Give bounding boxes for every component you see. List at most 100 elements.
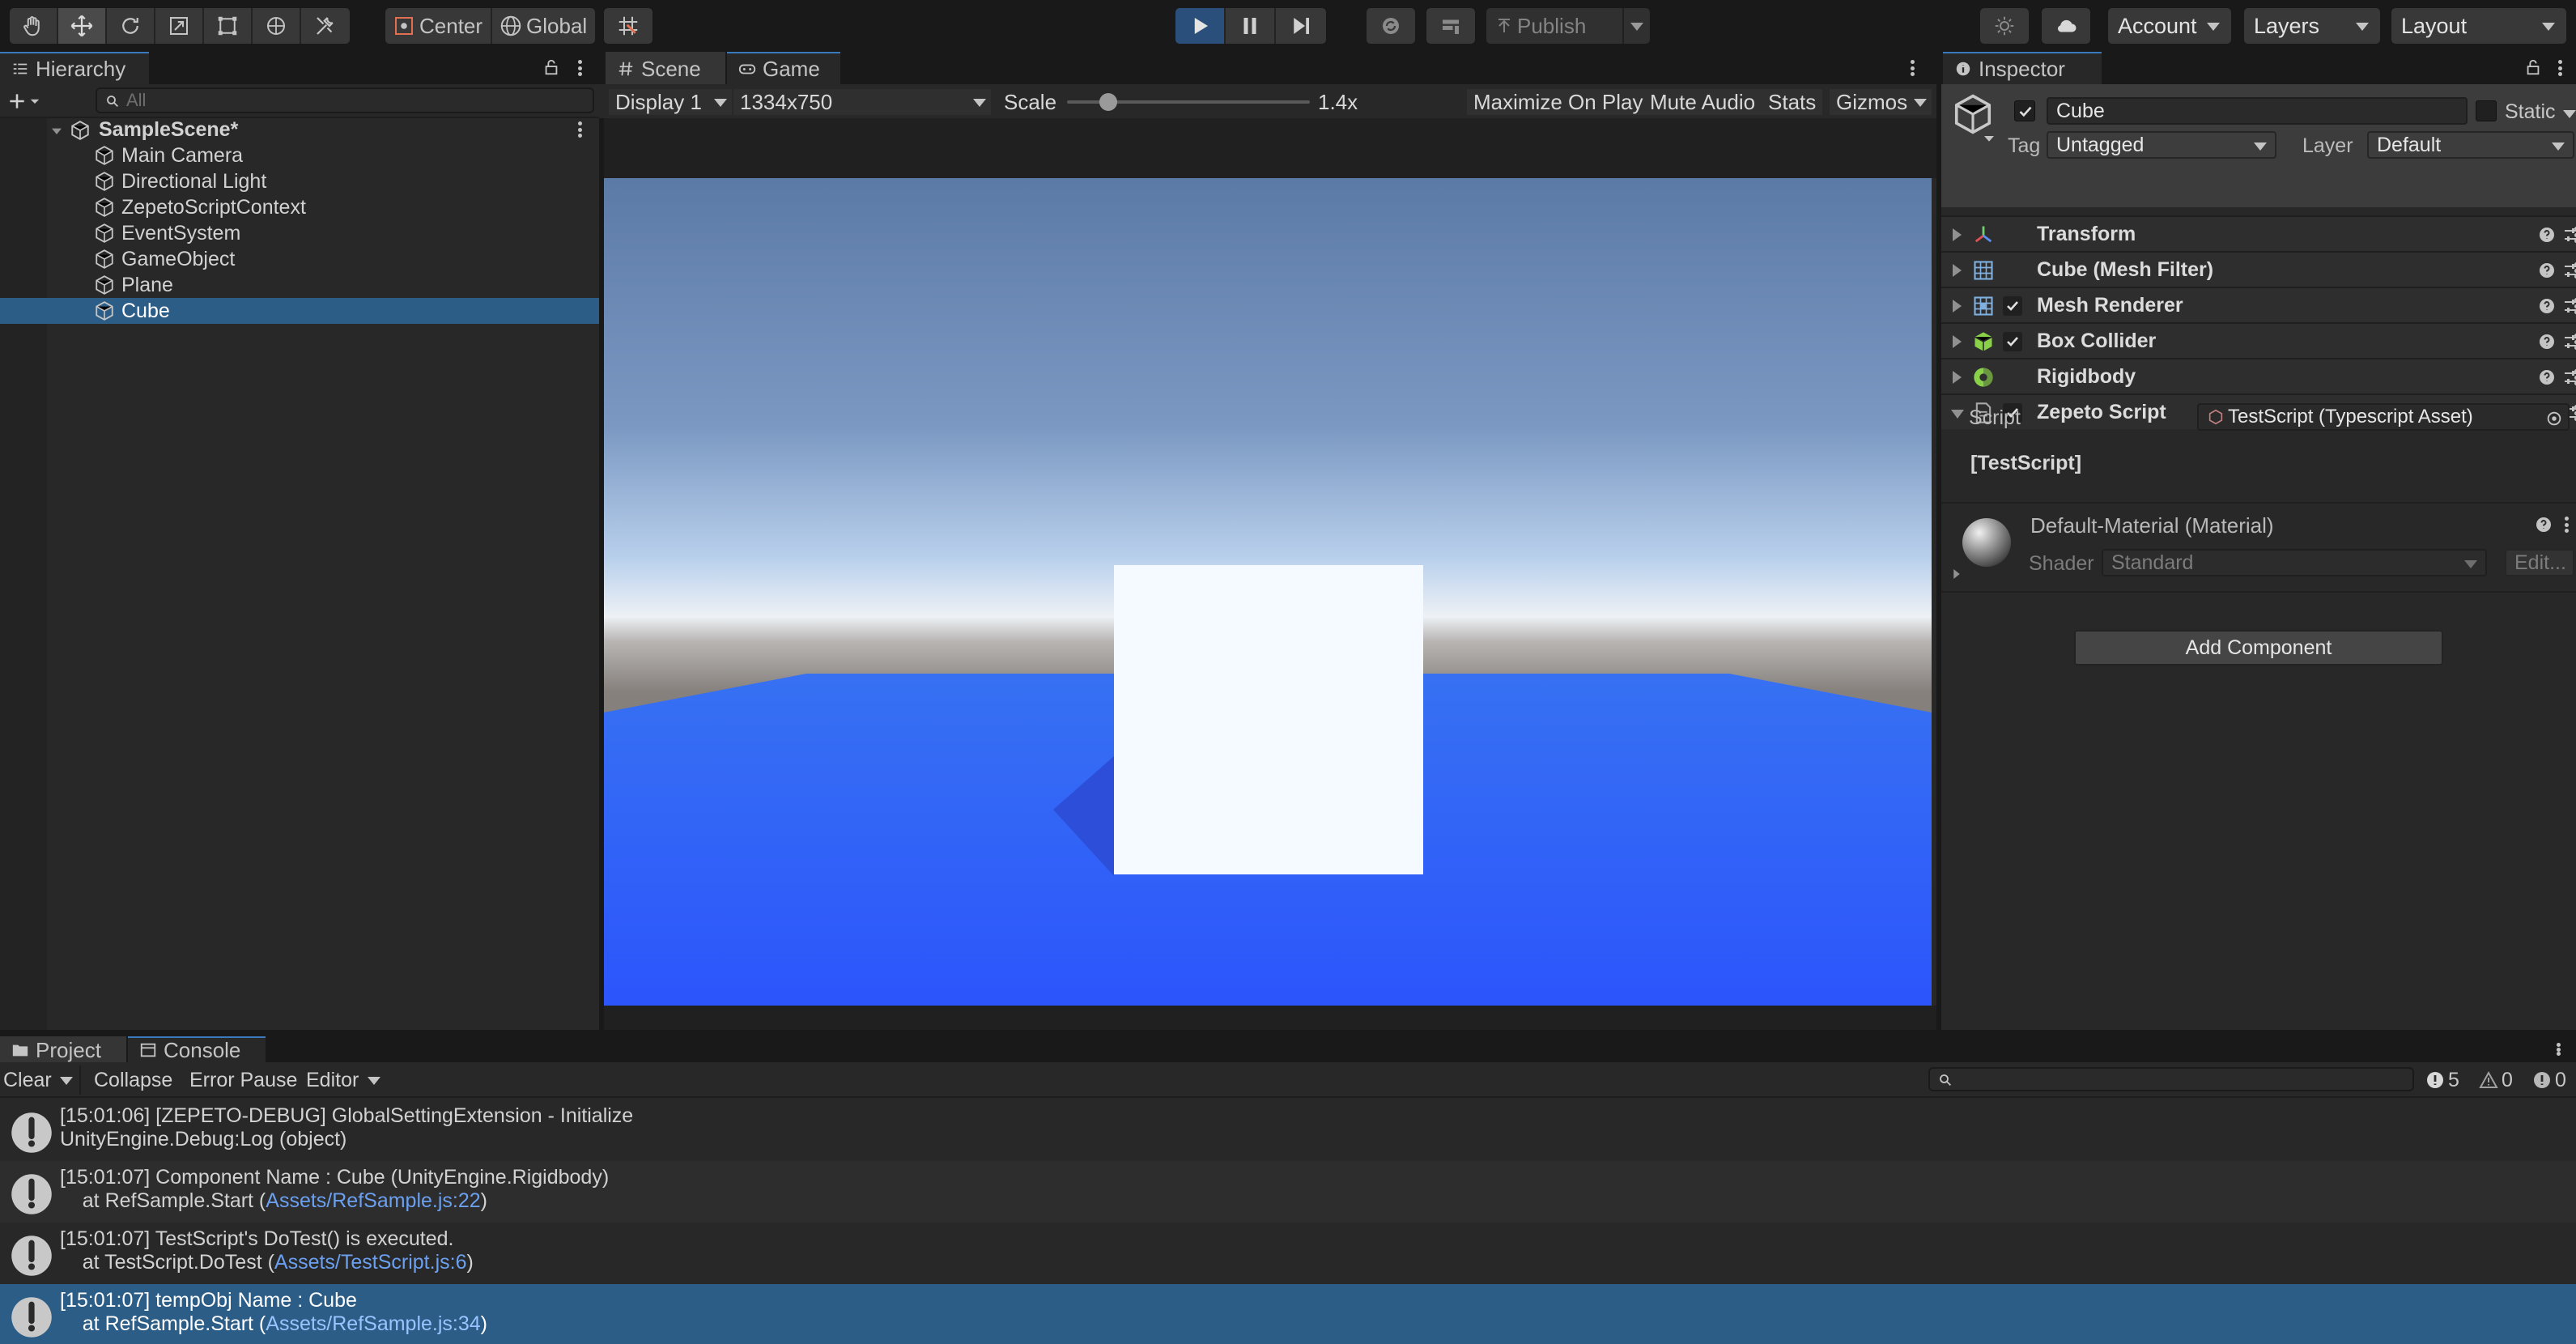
help-icon[interactable] <box>2537 368 2557 387</box>
log-source-link[interactable]: Assets/RefSample.js:22 <box>266 1189 480 1212</box>
chevron-right-icon[interactable] <box>1953 264 1962 277</box>
pause-button[interactable] <box>1226 8 1276 44</box>
log-count-toggle[interactable]: 5 <box>2425 1069 2459 1091</box>
hierarchy-item[interactable]: Directional Light <box>0 168 599 194</box>
collapse-toggle[interactable]: Collapse <box>91 1065 176 1095</box>
chevron-down-icon[interactable] <box>2563 110 2576 118</box>
sync-button[interactable] <box>1367 8 1415 44</box>
more-options-icon[interactable] <box>576 57 583 79</box>
help-icon[interactable] <box>2534 515 2553 534</box>
layer-select[interactable]: Default <box>2367 131 2574 159</box>
create-button[interactable] <box>6 89 47 113</box>
scale-slider-thumb[interactable] <box>1099 93 1117 111</box>
scale-slider[interactable] <box>1067 93 1310 111</box>
log-entry[interactable]: [15:01:07] tempObj Name : Cube at RefSam… <box>0 1284 2576 1344</box>
hand-tool-button[interactable] <box>10 8 58 44</box>
material-options-icon[interactable] <box>2563 513 2570 536</box>
log-entry[interactable]: [15:01:07] TestScript's DoTest() is exec… <box>0 1223 2576 1284</box>
display-select[interactable]: Display 1 <box>609 89 732 115</box>
rect-tool-button[interactable] <box>204 8 253 44</box>
component-enabled-checkbox[interactable] <box>2003 296 2022 316</box>
component-options-icon[interactable] <box>2573 223 2576 246</box>
lock-icon[interactable] <box>542 58 560 76</box>
more-options-icon[interactable] <box>2555 1040 2561 1059</box>
step-button[interactable] <box>1276 8 1326 44</box>
hierarchy-item[interactable]: Cube <box>0 298 599 324</box>
more-options-icon[interactable] <box>2557 57 2563 79</box>
tab-project[interactable]: Project <box>0 1036 126 1062</box>
move-tool-button[interactable] <box>58 8 107 44</box>
lock-icon[interactable] <box>2524 58 2542 76</box>
help-icon[interactable] <box>2537 225 2557 245</box>
scale-tool-button[interactable] <box>155 8 204 44</box>
hierarchy-item[interactable]: Main Camera <box>0 142 599 168</box>
scene-options-icon[interactable] <box>576 118 583 141</box>
layout-dropdown[interactable]: Layout <box>2391 8 2566 44</box>
help-icon[interactable] <box>2537 332 2557 351</box>
tab-hierarchy[interactable]: Hierarchy <box>0 52 149 84</box>
object-picker-icon[interactable] <box>2545 410 2563 427</box>
component-header[interactable]: Mesh Renderer <box>1941 287 2576 322</box>
component-options-icon[interactable] <box>2573 295 2576 317</box>
component-options-icon[interactable] <box>2573 259 2576 282</box>
active-checkbox[interactable] <box>2014 100 2035 121</box>
more-options-icon[interactable] <box>1909 57 1915 79</box>
hierarchy-search-input[interactable]: All <box>96 87 594 113</box>
component-options-icon[interactable] <box>2573 402 2576 424</box>
hierarchy-item[interactable]: Plane <box>0 272 599 298</box>
pivot-mode-button[interactable]: Center <box>385 8 493 44</box>
tab-console[interactable]: Console <box>128 1036 266 1062</box>
mute-audio-toggle[interactable]: Mute Audio <box>1643 89 1762 115</box>
log-entry[interactable]: [15:01:07] Component Name : Cube (UnityE… <box>0 1161 2576 1223</box>
play-button[interactable] <box>1175 8 1226 44</box>
hierarchy-item[interactable]: ZepetoScriptContext <box>0 194 599 220</box>
custom-tool-button[interactable] <box>301 8 350 44</box>
script-field[interactable]: TestScript (Typescript Asset) <box>2197 403 2570 431</box>
add-component-button[interactable]: Add Component <box>2074 630 2443 666</box>
component-header[interactable]: Rigidbody <box>1941 358 2576 393</box>
component-header[interactable]: Cube (Mesh Filter) <box>1941 251 2576 287</box>
component-header[interactable]: Transform <box>1941 215 2576 251</box>
scene-settings-button[interactable] <box>1980 8 2029 44</box>
chevron-down-icon[interactable] <box>60 1077 73 1085</box>
chevron-down-icon[interactable] <box>1951 410 1964 419</box>
resolution-select[interactable]: 1334x750 <box>733 89 991 115</box>
component-header[interactable]: Box Collider <box>1941 322 2576 358</box>
maximize-on-play-toggle[interactable]: Maximize On Play <box>1467 89 1650 115</box>
chevron-right-icon[interactable] <box>1953 300 1962 313</box>
game-viewport[interactable] <box>604 178 1932 1006</box>
hierarchy-item[interactable]: GameObject <box>0 246 599 272</box>
build-button[interactable] <box>1426 8 1475 44</box>
hierarchy-item[interactable]: EventSystem <box>0 220 599 246</box>
cloud-button[interactable] <box>2042 8 2090 44</box>
tab-game[interactable]: Game <box>727 52 840 84</box>
rotate-tool-button[interactable] <box>107 8 155 44</box>
publish-button[interactable]: Publish <box>1486 8 1624 44</box>
editor-dropdown[interactable]: Editor <box>303 1065 384 1095</box>
chevron-right-icon[interactable] <box>1949 567 1964 581</box>
log-entry[interactable]: [15:01:06] [ZEPETO-DEBUG] GlobalSettingE… <box>0 1099 2576 1161</box>
chevron-right-icon[interactable] <box>1953 371 1962 384</box>
shader-edit-button[interactable]: Edit... <box>2505 549 2574 576</box>
help-icon[interactable] <box>2537 261 2557 280</box>
error-pause-toggle[interactable]: Error Pause <box>186 1065 300 1095</box>
help-icon[interactable] <box>2537 296 2557 316</box>
tab-scene[interactable]: Scene <box>606 52 725 84</box>
transform-tool-button[interactable] <box>253 8 301 44</box>
component-enabled-checkbox[interactable] <box>2003 332 2022 351</box>
stats-toggle[interactable]: Stats <box>1762 89 1823 115</box>
chevron-right-icon[interactable] <box>1953 228 1962 241</box>
scene-row[interactable]: SampleScene* <box>0 117 599 142</box>
account-dropdown[interactable]: Account <box>2108 8 2231 44</box>
component-options-icon[interactable] <box>2573 330 2576 353</box>
grid-snap-button[interactable] <box>604 8 653 44</box>
static-checkbox[interactable] <box>2476 100 2497 121</box>
publish-dropdown-button[interactable] <box>1624 8 1650 44</box>
warning-count-toggle[interactable]: 0 <box>2479 1069 2513 1091</box>
tab-inspector[interactable]: Inspector <box>1943 52 2102 84</box>
console-search-input[interactable] <box>1928 1067 2414 1091</box>
shader-select[interactable]: Standard <box>2102 549 2487 576</box>
log-source-link[interactable]: Assets/TestScript.js:6 <box>274 1251 467 1274</box>
component-options-icon[interactable] <box>2573 366 2576 389</box>
layers-dropdown[interactable]: Layers <box>2244 8 2380 44</box>
